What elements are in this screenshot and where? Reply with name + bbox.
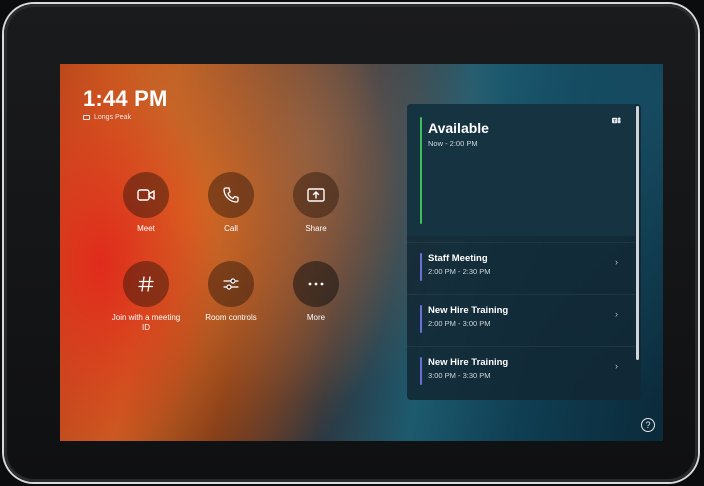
join-label: Join with a meeting ID	[111, 313, 181, 332]
availability-status: Available	[428, 120, 489, 136]
chevron-right-icon: ›	[615, 361, 618, 371]
room-controls-circle	[208, 261, 254, 307]
call-label: Call	[224, 224, 238, 233]
meet-button-circle	[123, 172, 169, 218]
meeting-time: 3:00 PM - 3:30 PM	[428, 371, 491, 380]
hash-icon	[138, 276, 154, 292]
more-button[interactable]: More	[281, 261, 351, 323]
call-button-circle	[208, 172, 254, 218]
help-button[interactable]: ?	[641, 418, 655, 432]
meeting-time: 2:00 PM - 2:30 PM	[428, 267, 491, 276]
meeting-accent-bar	[420, 305, 422, 333]
room-display-icon	[83, 115, 90, 120]
meeting-title: New Hire Training	[428, 305, 509, 316]
share-screen-icon	[307, 188, 325, 202]
phone-icon	[223, 187, 239, 203]
room-name: Longs Peak	[83, 114, 168, 121]
meet-button[interactable]: Meet	[111, 172, 181, 234]
room-controls-label: Room controls	[205, 313, 257, 322]
chevron-right-icon: ›	[615, 257, 618, 267]
meeting-title: Staff Meeting	[428, 253, 488, 264]
chevron-right-icon: ›	[615, 309, 618, 319]
meeting-item[interactable]: Staff Meeting 2:00 PM - 2:30 PM ›	[407, 242, 635, 295]
clock-time: 1:44 PM	[83, 86, 168, 111]
room-name-label: Longs Peak	[94, 114, 131, 121]
more-button-circle	[293, 261, 339, 307]
share-button[interactable]: Share	[281, 172, 351, 234]
home-screen: 1:44 PM Longs Peak Meet Call Share Join …	[60, 64, 663, 441]
device-bezel: 1:44 PM Longs Peak Meet Call Share Join …	[4, 4, 698, 482]
meeting-item[interactable]: New Hire Training 3:00 PM - 3:30 PM ›	[407, 346, 635, 399]
share-button-circle	[293, 172, 339, 218]
meeting-time: 2:00 PM - 3:00 PM	[428, 319, 491, 328]
join-button-circle	[123, 261, 169, 307]
teams-icon: T	[612, 117, 621, 123]
video-camera-icon	[137, 189, 155, 201]
meeting-title: New Hire Training	[428, 357, 509, 368]
availability-time: Now - 2:00 PM	[428, 139, 478, 148]
meeting-accent-bar	[420, 357, 422, 385]
meeting-item[interactable]: New Hire Training 2:00 PM - 3:00 PM ›	[407, 294, 635, 347]
availability-accent-bar	[420, 117, 422, 224]
join-with-meeting-id-button[interactable]: Join with a meeting ID	[111, 261, 181, 333]
meeting-accent-bar	[420, 253, 422, 281]
room-controls-button[interactable]: Room controls	[196, 261, 266, 323]
calendar-panel: Available Now - 2:00 PM T Staff Meeting …	[407, 104, 641, 400]
more-label: More	[306, 313, 326, 322]
share-label: Share	[305, 224, 327, 233]
sliders-icon	[223, 278, 239, 290]
clock-widget: 1:44 PM Longs Peak	[83, 86, 168, 121]
availability-card: Available Now - 2:00 PM T	[407, 104, 635, 236]
more-icon	[308, 282, 324, 286]
calendar-scrollbar[interactable]	[636, 106, 639, 360]
meet-label: Meet	[137, 224, 155, 233]
call-button[interactable]: Call	[196, 172, 266, 234]
svg-text:T: T	[613, 118, 616, 123]
